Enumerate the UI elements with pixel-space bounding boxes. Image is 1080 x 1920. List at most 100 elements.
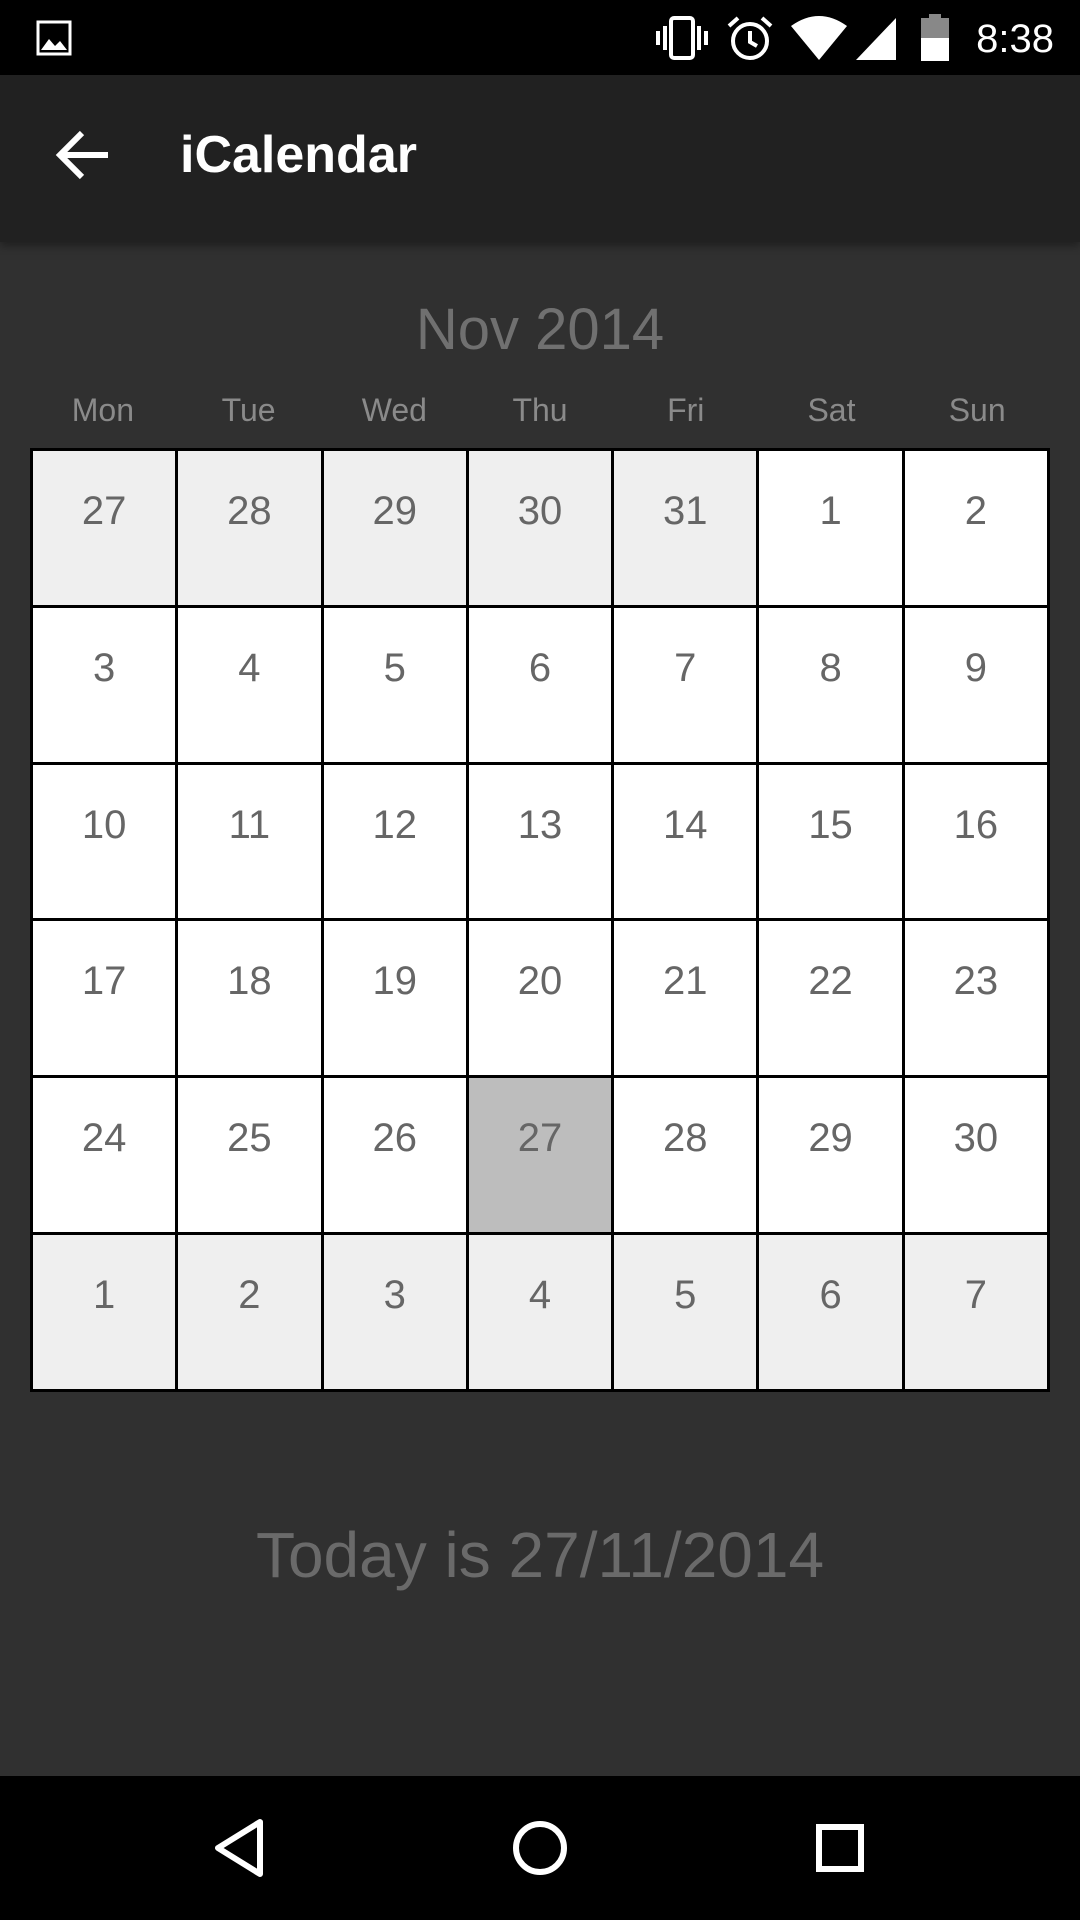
- back-triangle-icon[interactable]: [190, 1798, 290, 1898]
- day-number: 26: [372, 1116, 417, 1161]
- calendar-day-cell[interactable]: 1: [33, 1235, 176, 1389]
- calendar-day-cell[interactable]: 28: [614, 1078, 757, 1233]
- day-number: 8: [819, 645, 842, 690]
- day-number: 22: [808, 959, 853, 1004]
- alarm-icon: [727, 16, 773, 60]
- calendar-day-cell[interactable]: 30: [904, 1078, 1047, 1233]
- calendar-day-cell[interactable]: 16: [904, 764, 1047, 919]
- day-number: 5: [674, 1273, 697, 1318]
- day-number: 4: [528, 1273, 552, 1318]
- weekday-sun: Sun: [948, 392, 1006, 428]
- day-number: 15: [808, 802, 853, 847]
- day-number: 14: [663, 802, 708, 847]
- weekday-mon: Mon: [71, 392, 134, 428]
- navigation-bar: [0, 1776, 1080, 1920]
- calendar-day-cell[interactable]: 30: [468, 451, 612, 605]
- calendar-day-cell[interactable]: 6: [759, 1235, 902, 1389]
- day-number: 21: [663, 959, 708, 1004]
- day-number: 28: [227, 489, 272, 533]
- day-number: 27: [81, 489, 127, 533]
- calendar-day-cell[interactable]: 19: [323, 921, 466, 1076]
- day-number: 5: [383, 645, 406, 690]
- calendar-day-cell[interactable]: 2: [904, 451, 1047, 605]
- calendar-day-cell[interactable]: 14: [614, 764, 757, 919]
- wifi-icon: [791, 16, 847, 60]
- calendar-day-cell[interactable]: 11: [178, 764, 321, 919]
- calendar-day-cell[interactable]: 6: [468, 607, 612, 762]
- day-number: 25: [227, 1116, 272, 1161]
- day-number: 1: [819, 489, 842, 533]
- calendar-day-cell[interactable]: 1: [759, 451, 902, 605]
- day-number: 30: [517, 489, 563, 533]
- calendar-day-cell[interactable]: 2: [178, 1235, 321, 1389]
- day-number: 23: [953, 959, 999, 1004]
- recents-square-icon[interactable]: [790, 1798, 890, 1898]
- day-number: 13: [517, 802, 563, 847]
- calendar-day-cell[interactable]: 24: [33, 1078, 176, 1233]
- day-number: 18: [227, 959, 272, 1004]
- day-number: 29: [808, 1116, 853, 1161]
- calendar-day-cell[interactable]: 10: [33, 764, 176, 919]
- calendar-day-cell[interactable]: 17: [33, 921, 176, 1076]
- status-bar: 8:38: [0, 0, 1080, 75]
- calendar-day-cell[interactable]: 7: [904, 1235, 1047, 1389]
- signal-icon: [856, 18, 896, 60]
- calendar-day-cell[interactable]: 12: [323, 764, 466, 919]
- calendar-day-cell[interactable]: 20: [468, 921, 612, 1076]
- battery-icon: [921, 14, 949, 61]
- status-time: 8:38: [976, 17, 1054, 61]
- calendar-day-cell[interactable]: 29: [759, 1078, 902, 1233]
- day-number: 28: [663, 1116, 708, 1161]
- calendar-day-cell[interactable]: 4: [178, 607, 321, 762]
- today-label: Today is 27/11/2014: [255, 1519, 825, 1591]
- arrow-back-icon: [55, 130, 108, 180]
- month-title: Nov 2014: [415, 297, 665, 362]
- calendar-day-cell[interactable]: 5: [614, 1235, 757, 1389]
- day-number: 7: [964, 1273, 987, 1318]
- calendar-day-cell[interactable]: 7: [614, 607, 757, 762]
- calendar-day-cell[interactable]: 28: [178, 451, 321, 605]
- day-number: 9: [964, 645, 987, 690]
- calendar-day-cell[interactable]: 23: [904, 921, 1047, 1076]
- calendar-day-cell[interactable]: 8: [759, 607, 902, 762]
- day-number: 20: [517, 959, 563, 1004]
- calendar-day-cell[interactable]: 25: [178, 1078, 321, 1233]
- vibrate-icon: [656, 16, 708, 60]
- day-number: 6: [528, 645, 552, 690]
- calendar-day-cell[interactable]: 9: [904, 607, 1047, 762]
- calendar-day-cell[interactable]: 26: [323, 1078, 466, 1233]
- day-number: 16: [953, 802, 999, 847]
- calendar-day-cell[interactable]: 4: [468, 1235, 612, 1389]
- day-number: 1: [93, 1273, 116, 1318]
- gallery-icon: [36, 20, 72, 56]
- weekday-sat: Sat: [807, 392, 856, 428]
- day-number: 3: [93, 645, 116, 690]
- day-number: 11: [228, 802, 271, 847]
- calendar-day-cell[interactable]: 15: [759, 764, 902, 919]
- calendar-day-cell[interactable]: 27: [33, 451, 176, 605]
- day-number: 30: [953, 1116, 999, 1161]
- calendar-day-cell[interactable]: 21: [614, 921, 757, 1076]
- day-number: 2: [238, 1273, 261, 1318]
- calendar-day-cell[interactable]: 29: [323, 451, 466, 605]
- calendar-day-cell[interactable]: 13: [468, 764, 612, 919]
- home-circle-icon[interactable]: [490, 1798, 590, 1898]
- day-number: 4: [238, 645, 261, 690]
- day-number: 6: [819, 1273, 842, 1318]
- weekday-header: Mon Tue Wed Thu Fri Sat Sun: [30, 388, 1050, 432]
- calendar-day-cell-today[interactable]: 27: [468, 1078, 612, 1233]
- back-button[interactable]: [44, 115, 124, 195]
- day-number: 12: [372, 802, 417, 847]
- calendar-day-cell[interactable]: 22: [759, 921, 902, 1076]
- calendar-day-cell[interactable]: 18: [178, 921, 321, 1076]
- app-bar: iCalendar: [0, 75, 1080, 242]
- day-number: 27: [517, 1116, 563, 1161]
- weekday-wed: Wed: [361, 392, 427, 428]
- day-number: 2: [964, 489, 987, 533]
- day-number: 17: [81, 959, 127, 1004]
- calendar-day-cell[interactable]: 3: [323, 1235, 466, 1389]
- calendar-day-cell[interactable]: 5: [323, 607, 466, 762]
- calendar-day-cell[interactable]: 31: [614, 451, 757, 605]
- calendar-day-cell[interactable]: 3: [33, 607, 176, 762]
- weekday-tue: Tue: [221, 392, 276, 428]
